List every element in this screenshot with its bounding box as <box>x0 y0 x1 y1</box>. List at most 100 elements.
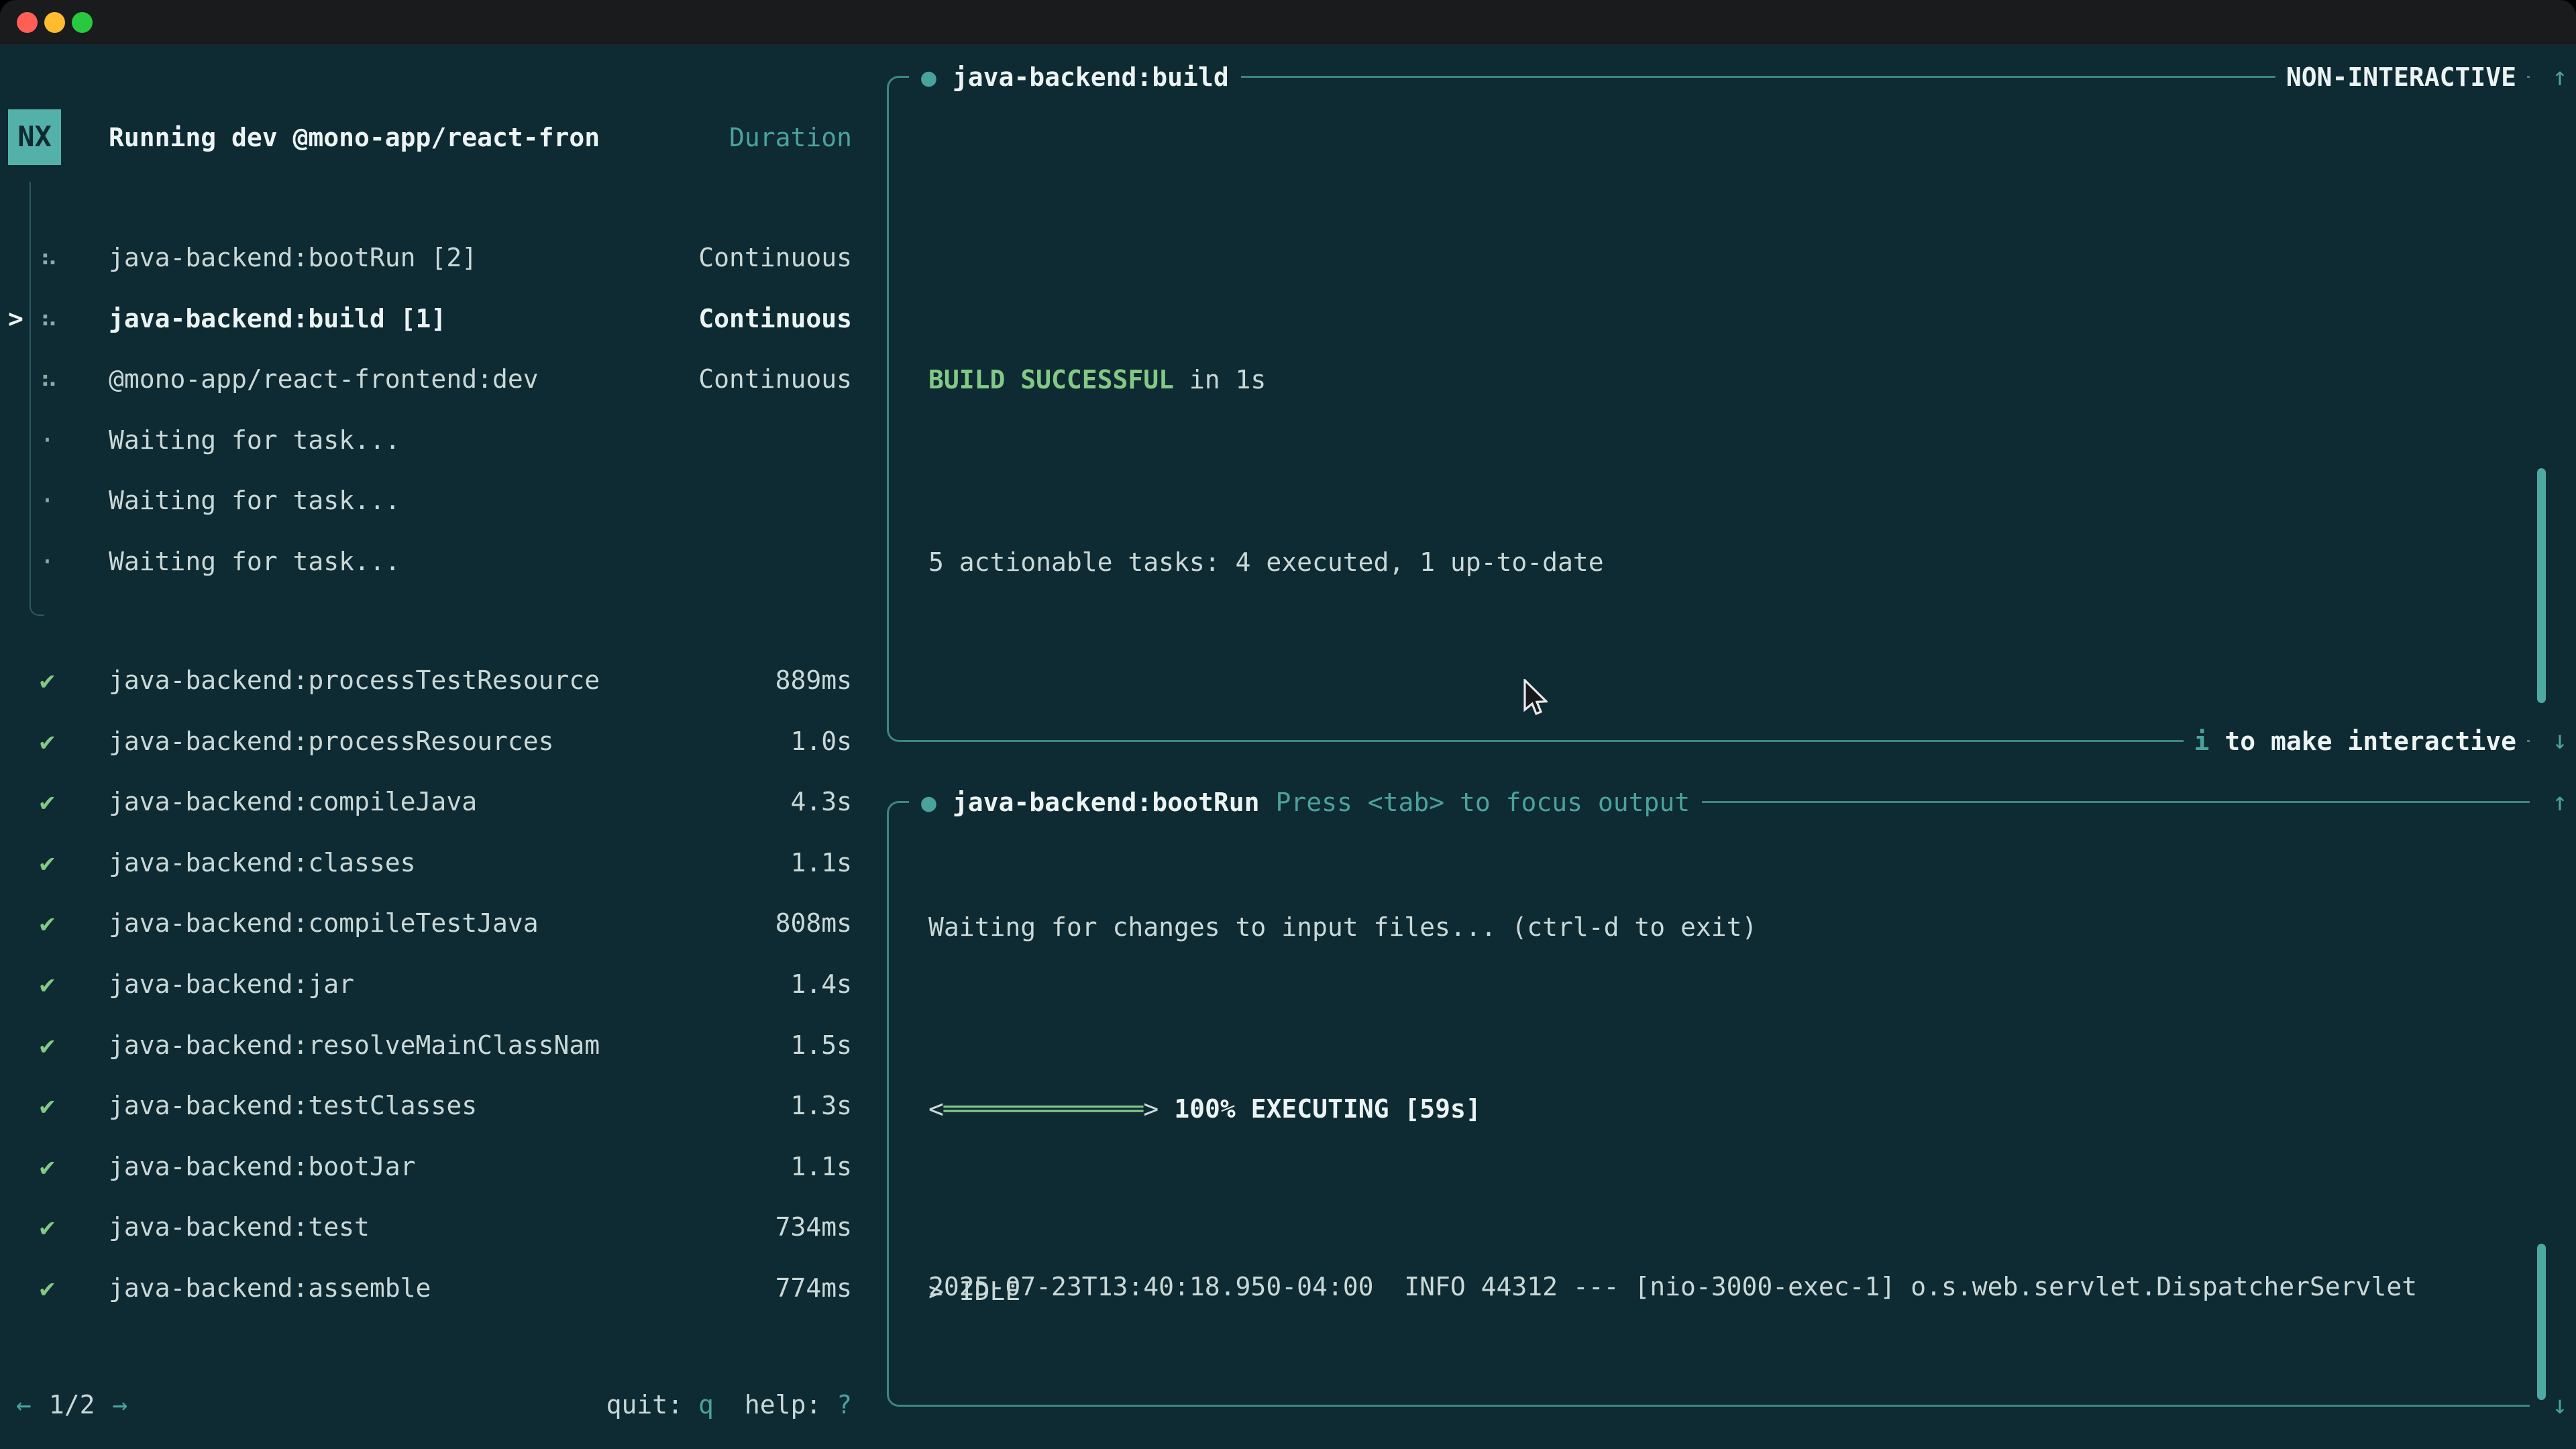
help-key: ? <box>837 1390 852 1419</box>
task-spinner-icon: ⠦ <box>40 288 109 350</box>
task-duration: 1.4s <box>790 954 852 1015</box>
task-status: Continuous <box>698 288 852 350</box>
run-command-title: Running dev @mono-app/react-fron <box>109 107 600 168</box>
scroll-down-icon[interactable]: ↓ <box>2545 1375 2575 1436</box>
task-status: Continuous <box>698 349 852 410</box>
check-icon: ✔ <box>40 1136 109 1197</box>
bootrun-scrollbar-thumb[interactable] <box>2537 1244 2546 1400</box>
task-name: java-backend:jar <box>109 954 354 1015</box>
task-row[interactable]: > ⠦ @mono-app/react-frontend:dev Continu… <box>0 349 852 410</box>
quit-label: quit: <box>606 1390 683 1419</box>
task-name: Waiting for task... <box>109 470 400 531</box>
next-page-arrow[interactable]: → <box>113 1375 128 1436</box>
window-titlebar[interactable] <box>0 0 2576 44</box>
log-lines: 2025-07-23T13:40:18.950-04:00 INFO 44312… <box>928 1013 2516 1449</box>
close-button[interactable] <box>17 12 38 33</box>
task-row[interactable]: ✔ java-backend:assemble 774ms <box>0 1258 852 1319</box>
minimize-button[interactable] <box>44 12 65 33</box>
build-scrollbar-thumb[interactable] <box>2537 468 2546 703</box>
zoom-button[interactable] <box>72 12 93 33</box>
help-shortcut[interactable]: help: ? <box>745 1375 852 1436</box>
task-name: java-backend:bootRun [2] <box>109 227 477 288</box>
task-spinner-icon: · <box>40 531 109 592</box>
task-duration: 1.1s <box>790 833 852 894</box>
build-output-panel[interactable]: ● java-backend:build NON-INTERACTIVE BUI… <box>887 76 2530 742</box>
task-name: Waiting for task... <box>109 410 400 471</box>
task-name: java-backend:test <box>109 1197 370 1258</box>
check-icon: ✔ <box>40 1197 109 1258</box>
mouse-cursor <box>1521 679 1548 719</box>
check-icon: ✔ <box>40 833 109 894</box>
quit-shortcut[interactable]: quit: q <box>606 1375 714 1436</box>
bootrun-output-panel[interactable]: ● java-backend:bootRun Press <tab> to fo… <box>887 801 2530 1407</box>
task-name: java-backend:processTestResource <box>109 650 600 711</box>
check-icon: ✔ <box>40 650 109 711</box>
build-success-label: BUILD SUCCESSFUL <box>928 365 1174 394</box>
task-row[interactable]: ✔ java-backend:resolveMainClassNam 1.5s <box>0 1015 852 1076</box>
check-icon: ✔ <box>40 1015 109 1076</box>
task-list-header: Running dev @mono-app/react-fron Duratio… <box>0 107 852 168</box>
scroll-up-icon[interactable]: ↑ <box>2545 771 2575 833</box>
task-status: Continuous <box>698 227 852 288</box>
task-row[interactable]: ✔ java-backend:compileJava 4.3s <box>0 771 852 833</box>
task-name: java-backend:compileTestJava <box>109 893 539 954</box>
prev-page-arrow[interactable]: ← <box>16 1375 32 1436</box>
task-name: java-backend:processResources <box>109 711 553 772</box>
task-duration: 1.5s <box>790 1015 852 1076</box>
scroll-down-icon[interactable]: ↓ <box>2545 710 2575 771</box>
terminal-window: NX Running dev @mono-app/react-fron Dura… <box>0 0 2576 1449</box>
task-row[interactable]: ✔ java-backend:compileTestJava 808ms <box>0 893 852 954</box>
check-icon: ✔ <box>40 1075 109 1136</box>
task-name: java-backend:assemble <box>109 1258 431 1319</box>
scroll-up-icon[interactable]: ↑ <box>2545 46 2575 107</box>
task-row[interactable]: ✔ java-backend:classes 1.1s <box>0 833 852 894</box>
task-name: java-backend:bootJar <box>109 1136 416 1197</box>
task-duration: 734ms <box>775 1197 852 1258</box>
completed-task-list: ✔ java-backend:processTestResource 889ms… <box>0 650 852 1319</box>
shortcut-keys: quit: q help: ? <box>606 1375 852 1436</box>
check-icon: ✔ <box>40 771 109 833</box>
task-spinner-icon: ⠦ <box>40 349 109 410</box>
interactive-hint: i to make interactive <box>2184 711 2527 772</box>
task-row[interactable]: ✔ java-backend:bootJar 1.1s <box>0 1136 852 1197</box>
bootrun-output[interactable]: 2025-07-23T13:40:18.950-04:00 INFO 44312… <box>889 803 2516 1449</box>
task-row[interactable]: ✔ java-backend:testClasses 1.3s <box>0 1075 852 1136</box>
build-success-line: BUILD SUCCESSFUL in 1s <box>928 350 2516 411</box>
task-row[interactable]: > ⠦ java-backend:bootRun [2] Continuous <box>0 227 852 288</box>
task-row[interactable]: ✔ java-backend:jar 1.4s <box>0 954 852 1015</box>
task-row[interactable]: > · Waiting for task... <box>0 470 852 531</box>
task-row[interactable]: ✔ java-backend:test 734ms <box>0 1197 852 1258</box>
task-row[interactable]: > · Waiting for task... <box>0 531 852 592</box>
running-task-list: > ⠦ java-backend:bootRun [2] Continuous … <box>0 227 852 592</box>
task-duration: 1.0s <box>790 711 852 772</box>
task-row[interactable]: ✔ java-backend:processTestResource 889ms <box>0 650 852 711</box>
build-success-duration: in 1s <box>1174 365 1266 394</box>
task-name: java-backend:testClasses <box>109 1075 477 1136</box>
task-duration: 1.3s <box>790 1075 852 1136</box>
check-icon: ✔ <box>40 954 109 1015</box>
sidebar-footer: ← 1/2 → quit: q help: ? <box>0 1375 852 1436</box>
task-spinner-icon: · <box>40 470 109 531</box>
quit-key: q <box>698 1390 714 1419</box>
help-label: help: <box>745 1390 821 1419</box>
build-summary-line: 5 actionable tasks: 4 executed, 1 up-to-… <box>928 532 2516 593</box>
log-line: 2025-07-23T13:40:18.950-04:00 INFO 44312… <box>928 1256 2516 1318</box>
check-icon: ✔ <box>40 893 109 954</box>
pager: ← 1/2 → <box>16 1375 127 1436</box>
task-name: java-backend:build [1] <box>109 288 446 350</box>
task-name: java-backend:compileJava <box>109 771 477 833</box>
duration-column-header: Duration <box>729 107 852 168</box>
task-duration: 4.3s <box>790 771 852 833</box>
page-indicator: 1/2 <box>49 1375 95 1436</box>
task-name: java-backend:resolveMainClassNam <box>109 1015 600 1076</box>
task-row[interactable]: ✔ java-backend:processResources 1.0s <box>0 711 852 772</box>
task-row[interactable]: > ⠦ java-backend:build [1] Continuous <box>0 288 852 350</box>
task-duration: 1.1s <box>790 1136 852 1197</box>
interactive-hint-key: i <box>2194 727 2210 756</box>
task-name: @mono-app/react-frontend:dev <box>109 349 539 410</box>
task-duration: 808ms <box>775 893 852 954</box>
task-duration: 774ms <box>775 1258 852 1319</box>
task-name: Waiting for task... <box>109 531 400 592</box>
task-name: java-backend:classes <box>109 833 416 894</box>
task-row[interactable]: > · Waiting for task... <box>0 410 852 471</box>
